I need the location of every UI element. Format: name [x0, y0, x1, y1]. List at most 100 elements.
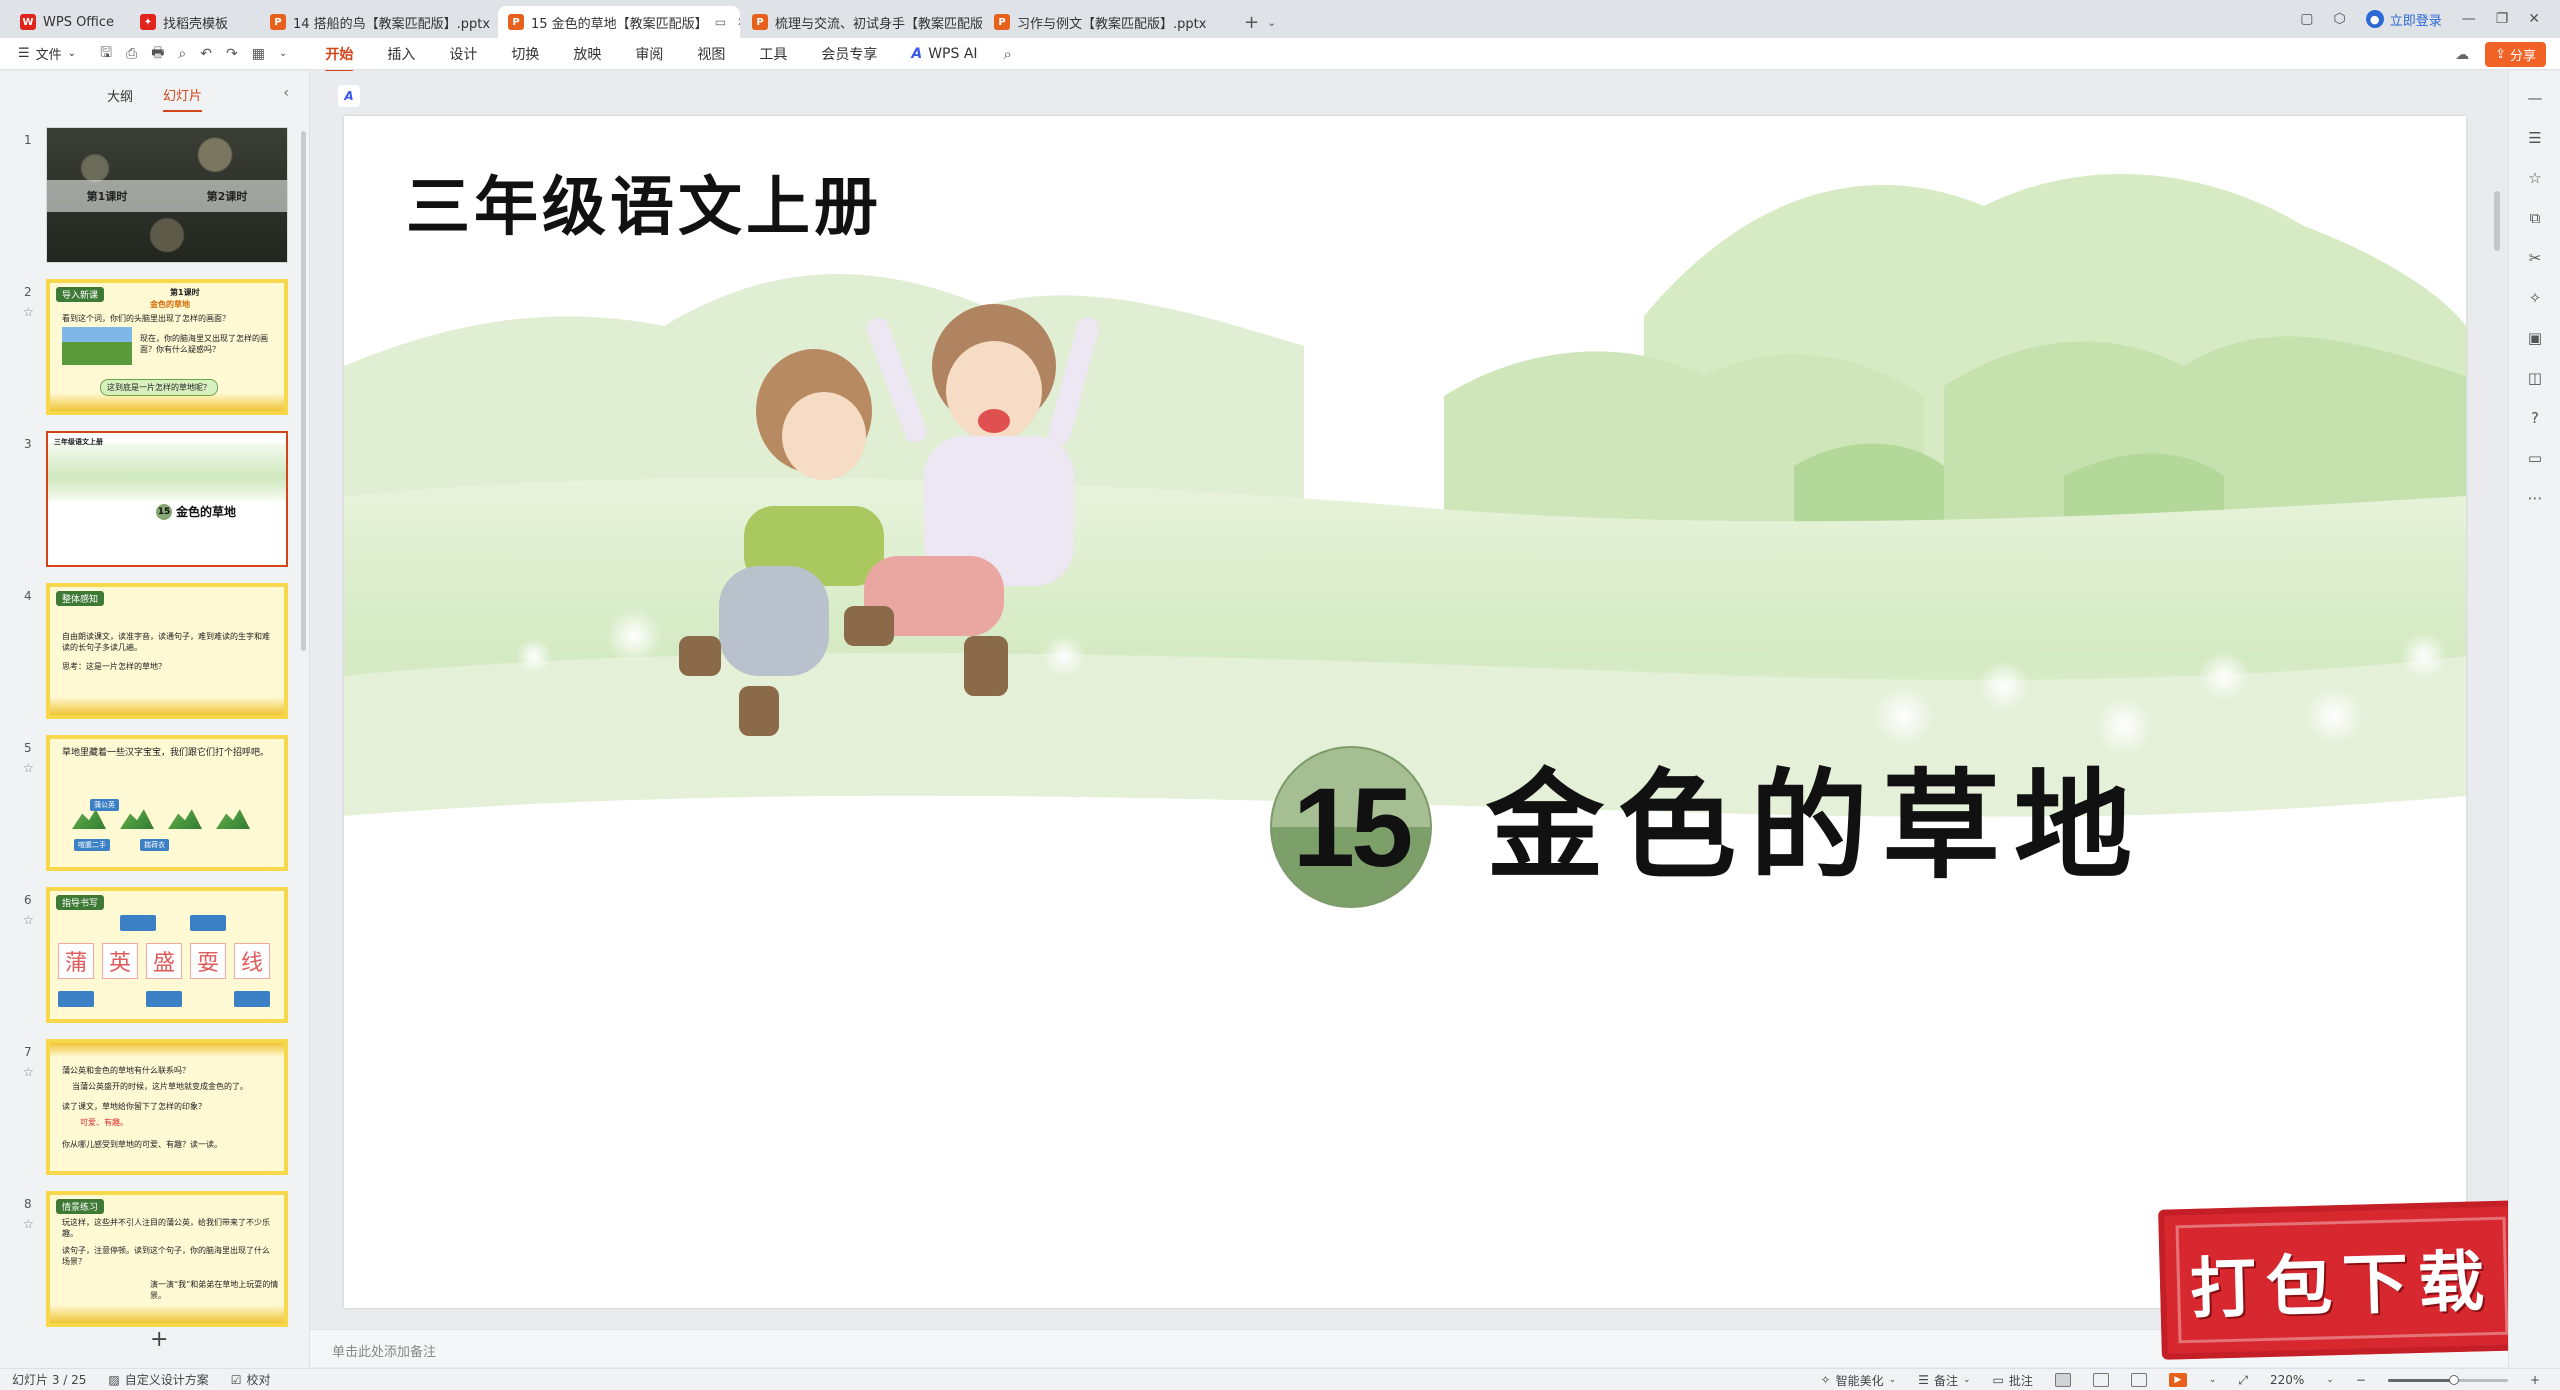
new-tab-button[interactable]: + ⌄ [1244, 6, 1276, 38]
undo-icon[interactable]: ↶ [200, 46, 212, 62]
window-layout-icon[interactable]: ▢ [2300, 11, 2313, 27]
star-icon[interactable]: ☆ [23, 761, 34, 775]
format-painter-icon[interactable]: ▦ [252, 46, 265, 62]
notes-label: 备注 [1933, 1373, 1958, 1388]
search-icon[interactable]: ⌕ [1004, 45, 1012, 63]
proofread-button[interactable]: ☑ 校对 [231, 1371, 271, 1388]
minus-icon[interactable]: — [2526, 89, 2544, 107]
slide-thumbnail-7[interactable]: 蒲公英和金色的草地有什么联系吗？ 当蒲公英盛开的时候，这片草地就变成金色的了。 … [46, 1039, 288, 1175]
notes-placeholder[interactable]: 单击此处添加备注 [332, 1341, 436, 1360]
close-tab-icon[interactable]: ✕ [737, 15, 740, 29]
more-icon[interactable]: ⋯ [2526, 489, 2544, 507]
tab-design[interactable]: 设计 [449, 40, 477, 68]
thumbnail-scrollbar[interactable] [301, 131, 306, 651]
star-icon[interactable]: ☆ [2526, 169, 2544, 187]
download-stamp[interactable]: 打包下载 [2158, 1200, 2526, 1360]
chevron-down-icon[interactable]: ⌄ [1267, 16, 1276, 29]
animation-icon[interactable]: ✧ [2526, 289, 2544, 307]
tab-outline[interactable]: 大纲 [107, 80, 133, 111]
login-button[interactable]: ● 立即登录 [2365, 10, 2442, 29]
close-window-icon[interactable]: ✕ [2528, 11, 2540, 27]
zoom-slider[interactable] [2387, 1374, 2508, 1385]
tab-document-15[interactable]: P 15 金色的草地【教案匹配版】 ▭ ✕ [498, 6, 740, 38]
note-chip [190, 915, 226, 931]
cloud-sync-icon[interactable]: ☁ [2455, 47, 2469, 63]
fit-window-icon[interactable]: ⤢ [2238, 1373, 2248, 1388]
star-icon[interactable]: ☆ [23, 1217, 34, 1231]
zoom-level[interactable]: 220% [2270, 1373, 2304, 1387]
tab-view[interactable]: 视图 [697, 40, 725, 68]
slide-thumbnail-2[interactable]: 导入新课 第1课时 金色的草地 看到这个词，你们的头脑里出现了怎样的画面？ 现在… [46, 279, 288, 415]
zoom-slider-handle[interactable] [2448, 1374, 2459, 1385]
note-chip [120, 915, 156, 931]
tab-document-writing[interactable]: P 习作与例文【教案匹配版】.pptx [984, 6, 1234, 38]
star-icon[interactable]: ☆ [23, 913, 34, 927]
word-chip: 揣荷衣 [140, 839, 169, 851]
tab-home[interactable]: 开始 [325, 40, 354, 72]
tab-transition[interactable]: 切换 [511, 40, 539, 68]
zoom-in-icon[interactable]: + [2530, 1373, 2540, 1387]
comment-icon[interactable]: ▭ [2526, 449, 2544, 467]
plus-icon[interactable]: + [1244, 12, 1259, 33]
skin-icon[interactable]: ⬡ [2333, 11, 2345, 27]
copy-icon[interactable]: ⧉ [2526, 209, 2544, 227]
tab-template-store[interactable]: ✦ 找稻壳模板 [130, 6, 258, 38]
wps-ai-float-icon[interactable]: A [338, 85, 360, 107]
slide-thumbnail-3[interactable]: 三年级语文上册 15 金色的草地 [46, 431, 288, 567]
image-icon[interactable]: ▣ [2526, 329, 2544, 347]
mountain-decoration [216, 809, 250, 829]
share-button[interactable]: ⇪ 分享 [2485, 42, 2546, 67]
slide-thumbnail-1[interactable]: 第1课时 第2课时 [46, 127, 288, 263]
add-slide-icon[interactable]: + [150, 1327, 168, 1352]
collapse-panel-icon[interactable]: ‹ [283, 85, 289, 101]
beautify-button[interactable]: ✧ 智能美化 ⌄ [1821, 1372, 1897, 1389]
tab-review[interactable]: 审阅 [635, 40, 663, 68]
tab-slideshow[interactable]: 放映 [573, 40, 601, 68]
tab-wps-ai[interactable]: A WPS AI [911, 42, 977, 66]
comments-button[interactable]: ▭ 批注 [1993, 1372, 2033, 1389]
slide-thumbnail-4[interactable]: 整体感知 自由朗读课文，读准字音，读通句子，难到难读的生字和难读的长句子多读几遍… [46, 583, 288, 719]
tab-tools[interactable]: 工具 [759, 40, 787, 68]
tools-icon[interactable]: ✂ [2526, 249, 2544, 267]
tab-document-review[interactable]: P 梳理与交流、初试身手【教案匹配版】 [742, 6, 982, 38]
tab-member[interactable]: 会员专享 [821, 40, 877, 68]
sorter-view-button[interactable] [2092, 1373, 2109, 1387]
slide-title[interactable]: 三年级语文上册 [406, 156, 882, 248]
reading-view-button[interactable] [2130, 1373, 2147, 1387]
chevron-down-icon[interactable]: ⌄ [2326, 1375, 2334, 1385]
help-icon[interactable]: ? [2526, 409, 2544, 427]
design-scheme-button[interactable]: ▨ 自定义设计方案 [108, 1371, 208, 1388]
print-preview-icon[interactable]: ⌕ [178, 46, 186, 62]
normal-view-button[interactable] [2054, 1373, 2071, 1387]
monitor-icon[interactable]: ▭ [715, 15, 726, 29]
tab-slides[interactable]: 幻灯片 [163, 79, 203, 112]
editor-scrollbar[interactable] [2494, 191, 2500, 251]
slide-thumbnail-8[interactable]: 情景练习 玩这样，这些并不引人注目的蒲公英，给我们带来了不少乐趣。 读句子，注意… [46, 1191, 288, 1327]
restore-icon[interactable]: ❐ [2496, 11, 2509, 27]
save-icon[interactable]: 🖫 [100, 42, 112, 66]
slide-thumbnail-6[interactable]: 指导书写 蒲 英 盛 耍 线 [46, 887, 288, 1023]
export-pdf-icon[interactable]: ⎙ [126, 46, 137, 62]
current-slide[interactable]: 三年级语文上册 15 金色的草地 [344, 116, 2466, 1308]
tab-document-14[interactable]: P 14 搭船的鸟【教案匹配版】.pptx [260, 6, 496, 38]
redo-icon[interactable]: ↷ [226, 46, 238, 62]
notes-button[interactable]: ☰ 备注 ⌄ [1918, 1372, 1970, 1389]
minimize-icon[interactable]: — [2462, 11, 2476, 27]
chevron-down-icon[interactable]: ⌄ [279, 48, 287, 59]
tab-wps-office[interactable]: W WPS Office [10, 6, 128, 38]
zoom-out-icon[interactable]: − [2356, 1373, 2366, 1387]
lesson-number-circle[interactable]: 15 [1270, 746, 1432, 908]
layers-icon[interactable]: ◫ [2526, 369, 2544, 387]
star-icon[interactable]: ☆ [23, 305, 34, 319]
star-icon[interactable]: ☆ [23, 1065, 34, 1079]
lesson-title[interactable]: 金色的草地 [1486, 746, 2146, 906]
lesson-bar: 第1课时 第2课时 [47, 180, 287, 212]
settings-sliders-icon[interactable]: ☰ [2526, 129, 2544, 147]
chevron-down-icon[interactable]: ⌄ [2209, 1375, 2217, 1385]
file-menu[interactable]: ☰ 文件 ⌄ [0, 44, 76, 63]
thumb-tag: 导入新课 [56, 287, 105, 302]
slide-thumbnail-5[interactable]: 草地里藏着一些汉字宝宝，我们跟它们打个招呼吧。 蒲公英 喧腹二手 揣荷衣 [46, 735, 288, 871]
play-slideshow-icon[interactable]: ▶ [2168, 1373, 2187, 1387]
tab-insert[interactable]: 插入 [387, 40, 415, 68]
print-icon[interactable]: 🖶 [151, 42, 164, 66]
